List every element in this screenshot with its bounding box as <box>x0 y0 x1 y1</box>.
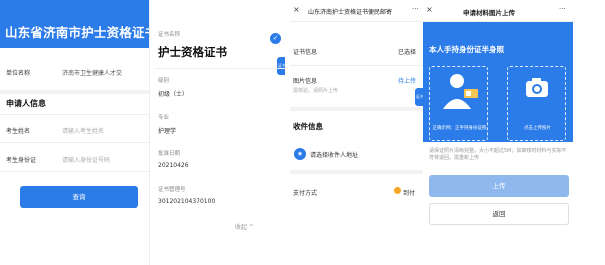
name-input[interactable]: 请输入考生姓名 <box>62 126 104 135</box>
unit-label: 单位名称 <box>6 70 31 77</box>
more-icon[interactable]: ··· <box>559 5 566 13</box>
header-banner: 山东省济南市护士资格证书 <box>0 0 150 48</box>
top-bar: × 申请材料图片上传 ··· <box>423 0 573 22</box>
divider <box>0 142 149 143</box>
pay-label: 支付方式 <box>293 190 318 197</box>
upload-heading: 本人手持身份证半身照 <box>429 45 504 54</box>
example-photo-box: 正确示例：正手持身份证照 <box>429 66 488 141</box>
photo-info-sub: 需核验，请照片上传 <box>293 88 339 94</box>
pay-method-icon <box>394 187 401 194</box>
receive-section-title: 收件信息 <box>293 122 323 131</box>
cert-name: 护士资格证书 <box>158 45 227 59</box>
upload-label: 点击上传照片 <box>524 126 551 131</box>
id-number-input[interactable]: 请输入身份证号码 <box>62 155 110 164</box>
level-value: 初级（士） <box>158 91 189 98</box>
approve-date-label: 批准日期 <box>158 151 181 157</box>
section-gap <box>290 170 423 174</box>
section-divider <box>0 90 149 94</box>
close-icon[interactable]: × <box>293 5 300 14</box>
upload-note: 请保证照片清晰完整，大小不超过5M；如审核时材料与实际不符将退回，需重新上传 <box>429 148 567 161</box>
upload-banner: 本人手持身份证半身照 正确示例：正手持身份证照 点击上传照片 <box>423 22 573 142</box>
top-title: 申请材料图片上传 <box>463 9 515 17</box>
close-icon[interactable]: × <box>426 5 433 14</box>
page-title: 山东省济南市护士资格证书 <box>5 25 150 40</box>
manage-no-label: 证书管理号 <box>158 187 186 193</box>
person-with-id-icon <box>443 74 478 109</box>
camera-icon <box>526 78 548 97</box>
divider <box>0 171 149 172</box>
section-gap <box>290 107 423 111</box>
selected-check-icon[interactable]: ✓ <box>270 33 281 44</box>
major-value: 护理学 <box>158 128 177 135</box>
mail-application-panel: × 山东济南护士资格证书便民邮寄 ··· 证书信息 已选择 图片信息 需核验，请… <box>290 0 423 265</box>
query-panel: 山东省济南市护士资格证书 单位名称 济南市卫生健康人才交 申请人信息 考生姓名 … <box>0 0 150 265</box>
id-label: 考生身份证 <box>6 157 37 164</box>
manage-no-value: 301202104370100 <box>158 198 216 205</box>
level-label: 级别 <box>158 78 170 84</box>
cert-name-label: 证书名称 <box>158 32 181 38</box>
divider <box>0 114 149 115</box>
cert-info-value[interactable]: 已选择 <box>398 47 416 56</box>
location-icon: ◉ <box>294 148 306 160</box>
query-button[interactable]: 查询 <box>20 186 138 208</box>
certificate-detail-panel: 证书名称 护士资格证书 ✓ 证书 级别 初级（士） 专业 护理学 批准日期 20… <box>155 0 285 265</box>
major-label: 专业 <box>158 115 170 121</box>
back-button[interactable]: 返回 <box>429 203 569 225</box>
unit-value: 济南市卫生健康人才交 <box>62 70 123 77</box>
pay-value[interactable]: 到付 <box>403 188 415 197</box>
side-tab[interactable]: 证书 <box>277 57 285 75</box>
upload-photo-box[interactable]: 点击上传照片 <box>507 66 566 141</box>
example-label: 正确示例：正手持身份证照 <box>432 126 487 131</box>
divider <box>290 65 423 66</box>
photo-info-label: 图片信息 <box>293 78 318 85</box>
material-upload-panel: × 申请材料图片上传 ··· 本人手持身份证半身照 正确示例：正手持身份证照 点… <box>423 0 573 265</box>
top-title: 山东济南护士资格证书便民邮寄 <box>308 9 393 16</box>
top-bar: × 山东济南护士资格证书便民邮寄 ··· <box>290 0 423 22</box>
side-tab[interactable]: 证书 <box>415 88 423 106</box>
more-icon[interactable]: ··· <box>412 5 419 13</box>
cert-info-label: 证书信息 <box>293 49 318 56</box>
photo-info-value[interactable]: 待上传 <box>398 76 416 85</box>
divider <box>155 68 285 69</box>
applicant-section-title: 申请人信息 <box>6 99 46 108</box>
name-label: 考生姓名 <box>6 128 31 135</box>
collapse-toggle[interactable]: 收起 ^ <box>235 222 254 231</box>
address-selector[interactable]: 请选择收件人地址 <box>310 150 358 159</box>
approve-date-value: 20210426 <box>158 162 189 169</box>
upload-button[interactable]: 上传 <box>429 175 569 197</box>
